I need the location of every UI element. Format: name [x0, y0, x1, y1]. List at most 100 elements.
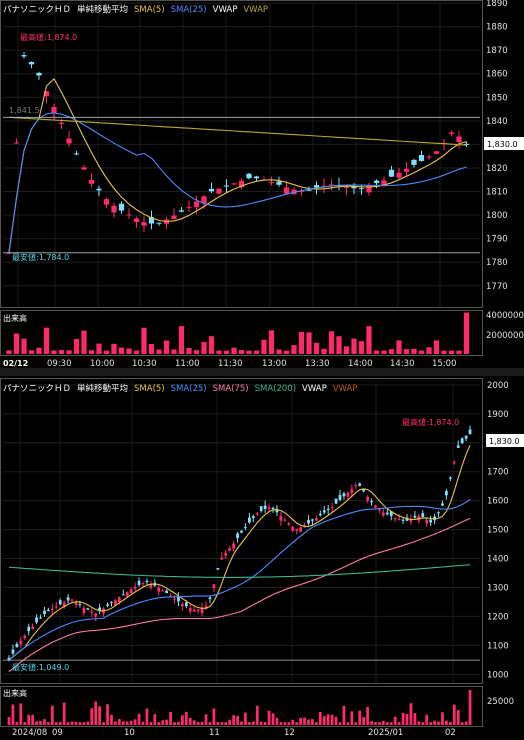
legend-item: SMA(25): [171, 5, 207, 15]
volume-bar: [186, 348, 192, 354]
bottom-time-axis: 2024/08 09 10 11 12 2025/01 02: [12, 728, 456, 738]
volume-bar: [98, 706, 102, 725]
candle-body: [126, 214, 132, 216]
candle-body: [23, 635, 27, 639]
candle-body: [411, 159, 417, 165]
candle-body: [362, 489, 366, 492]
candle-body: [50, 608, 54, 610]
candle-body: [366, 496, 369, 501]
candle-body: [186, 206, 192, 208]
volume-bar: [425, 714, 429, 725]
x-tick-label: 12: [284, 728, 295, 738]
top-price-axis: 1770178017901800181018201830184018501860…: [486, 0, 524, 341]
volume-bar: [102, 722, 105, 725]
volume-bar: [141, 327, 147, 354]
volume-bar: [373, 350, 380, 354]
volume-bar: [173, 722, 176, 725]
volume-bar: [354, 722, 358, 725]
top-low-label: 最安値:1,784.0: [12, 252, 69, 262]
candle-body: [445, 490, 448, 496]
candle-body: [165, 590, 169, 594]
candle-body: [141, 583, 145, 585]
candle-body: [271, 507, 275, 509]
volume-bar: [366, 326, 372, 354]
volume-bar: [121, 721, 125, 725]
candle-body: [70, 599, 74, 601]
volume-bar: [287, 722, 291, 725]
candle-body: [19, 640, 23, 645]
top-time-axis: 09:30 10:00 10:30 11:00 11:30 13:00 13:30 14:00…: [47, 359, 457, 369]
volume-bar: [149, 721, 153, 725]
candle-body: [196, 609, 200, 611]
x-tick-label: 11: [209, 728, 220, 738]
volume-bar: [133, 350, 140, 354]
volume-bar: [39, 720, 42, 725]
y-tick-label: 1850: [486, 93, 508, 103]
candle-body: [231, 183, 237, 185]
candle-body: [236, 533, 239, 539]
y-tick-label: 1400: [487, 555, 509, 565]
y-tick-label: 1700: [487, 468, 509, 478]
volume-bar: [31, 714, 35, 725]
volume-bar: [94, 701, 98, 725]
candle-body: [388, 169, 395, 177]
candle-body: [39, 617, 42, 619]
top-grid: [3, 2, 480, 307]
candle-body: [425, 519, 429, 524]
volume-bar: [58, 350, 65, 354]
volume-bar: [7, 716, 11, 725]
candle-body: [358, 483, 362, 486]
y-tick-label: 1870: [486, 46, 508, 56]
volume-bar: [90, 708, 94, 725]
legend-item: SMA(5): [134, 384, 165, 394]
volume-bar: [19, 703, 23, 725]
candle-body: [448, 132, 455, 134]
x-tick-label: 14:00: [348, 359, 373, 369]
candle-body: [342, 493, 346, 497]
legend-item: パナソニックＨＤ: [3, 5, 71, 15]
volume-bar: [298, 331, 305, 354]
candle-body: [35, 617, 38, 623]
volume-bar: [66, 350, 72, 354]
volume-bar: [261, 339, 267, 354]
volume-bar: [153, 714, 157, 725]
candle-body: [73, 153, 80, 155]
volume-bar: [311, 719, 314, 725]
legend-item: VWAP: [302, 384, 327, 394]
volume-bar: [117, 719, 121, 725]
volume-bar: [251, 721, 255, 725]
volume-bar: [126, 348, 132, 354]
candle-body: [58, 122, 65, 124]
legend-item: SMA(25): [171, 384, 207, 394]
y-tick-label: 1800: [486, 211, 508, 221]
candle-body: [27, 626, 31, 632]
candle-body: [259, 506, 263, 511]
volume-bar: [133, 719, 137, 725]
volume-bar: [388, 349, 395, 354]
candle-body: [452, 462, 456, 464]
candle-body: [429, 519, 433, 523]
candle-body: [208, 597, 212, 599]
candle-body: [117, 597, 121, 603]
volume-bar: [201, 342, 207, 354]
candle-body: [267, 507, 271, 509]
candle-body: [263, 505, 267, 510]
volume-bar: [110, 714, 113, 725]
candle-body: [244, 527, 247, 529]
volume-bar: [255, 705, 259, 725]
volume-bar: [346, 722, 350, 725]
candle-body: [426, 156, 432, 158]
volume-bar: [433, 720, 436, 725]
volume-bar: [196, 721, 200, 725]
candle-body: [396, 172, 402, 178]
volume-bar: [238, 349, 245, 354]
legend-item: VWAP: [333, 384, 358, 394]
candle-body: [307, 519, 310, 524]
volume-bar: [362, 717, 366, 725]
volume-bar: [246, 350, 252, 354]
candle-body: [74, 602, 78, 606]
bottom-high-label: 最高値:1,874.0: [402, 417, 459, 427]
x-tick-label: 09: [52, 728, 63, 738]
candle-body: [456, 136, 462, 143]
volume-bar: [200, 721, 204, 725]
